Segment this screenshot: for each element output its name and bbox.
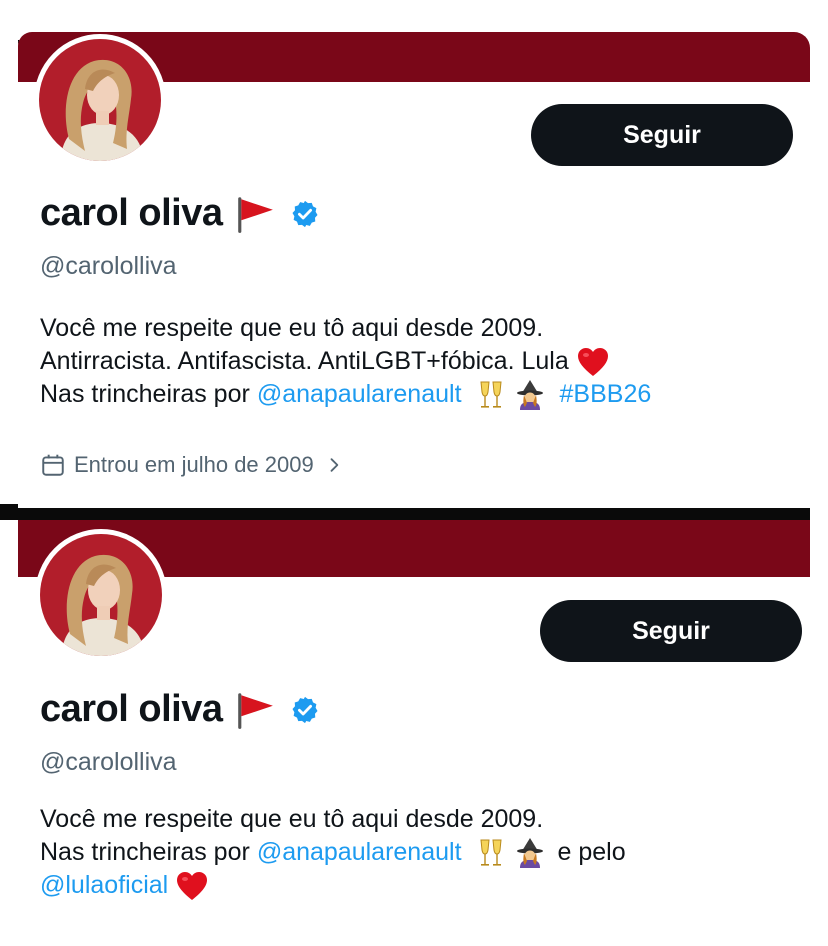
bio-text: e pelo (557, 838, 626, 866)
champagne-glasses-icon (476, 837, 506, 869)
user-handle: @carololliva (40, 748, 177, 776)
calendar-icon (40, 452, 66, 478)
follow-button[interactable]: Seguir (531, 104, 793, 166)
witch-icon (514, 837, 546, 869)
verified-badge-icon[interactable] (290, 695, 320, 725)
chevron-right-icon (324, 455, 344, 475)
user-handle: @carololliva (40, 252, 177, 280)
joined-text: Entrou em julho de 2009 (74, 452, 314, 477)
profile-bio: Você me respeite que eu tô aqui desde 20… (40, 803, 626, 902)
bio-text: Nas trincheiras por (40, 380, 250, 408)
display-name: carol oliva (40, 688, 223, 730)
red-flag-icon (234, 689, 276, 731)
follow-button[interactable]: Seguir (540, 600, 802, 662)
profile-bio: Você me respeite que eu tô aqui desde 20… (40, 312, 651, 411)
profile-card-bottom: Seguir carol oliva @carololliva Você me … (18, 520, 810, 946)
profile-name-row: carol oliva (40, 192, 320, 235)
bio-text: Você me respeite que eu tô aqui desde 20… (40, 314, 544, 342)
hashtag-link[interactable]: #BBB26 (560, 378, 652, 411)
verified-badge-icon[interactable] (290, 199, 320, 229)
bio-text: Você me respeite que eu tô aqui desde 20… (40, 805, 544, 833)
mention-link[interactable]: @anapaularenault (257, 836, 462, 869)
profile-card-top: Seguir carol oliva @carololliva Você me … (18, 32, 810, 508)
mention-link[interactable]: @lulaoficial (40, 869, 168, 902)
profile-name-row: carol oliva (40, 688, 320, 731)
red-flag-icon (234, 193, 276, 235)
joined-date[interactable]: Entrou em julho de 2009 (40, 452, 344, 478)
red-heart-icon (176, 871, 208, 901)
mention-link[interactable]: @anapaularenault (257, 378, 462, 411)
bio-text: Nas trincheiras por (40, 838, 250, 866)
champagne-glasses-icon (476, 379, 506, 411)
display-name: carol oliva (40, 192, 223, 234)
avatar[interactable] (35, 529, 167, 661)
bio-text: Antirracista. Antifascista. AntiLGBT+fób… (40, 347, 569, 375)
avatar[interactable] (34, 34, 166, 166)
witch-icon (514, 379, 546, 411)
red-heart-icon (577, 347, 609, 377)
